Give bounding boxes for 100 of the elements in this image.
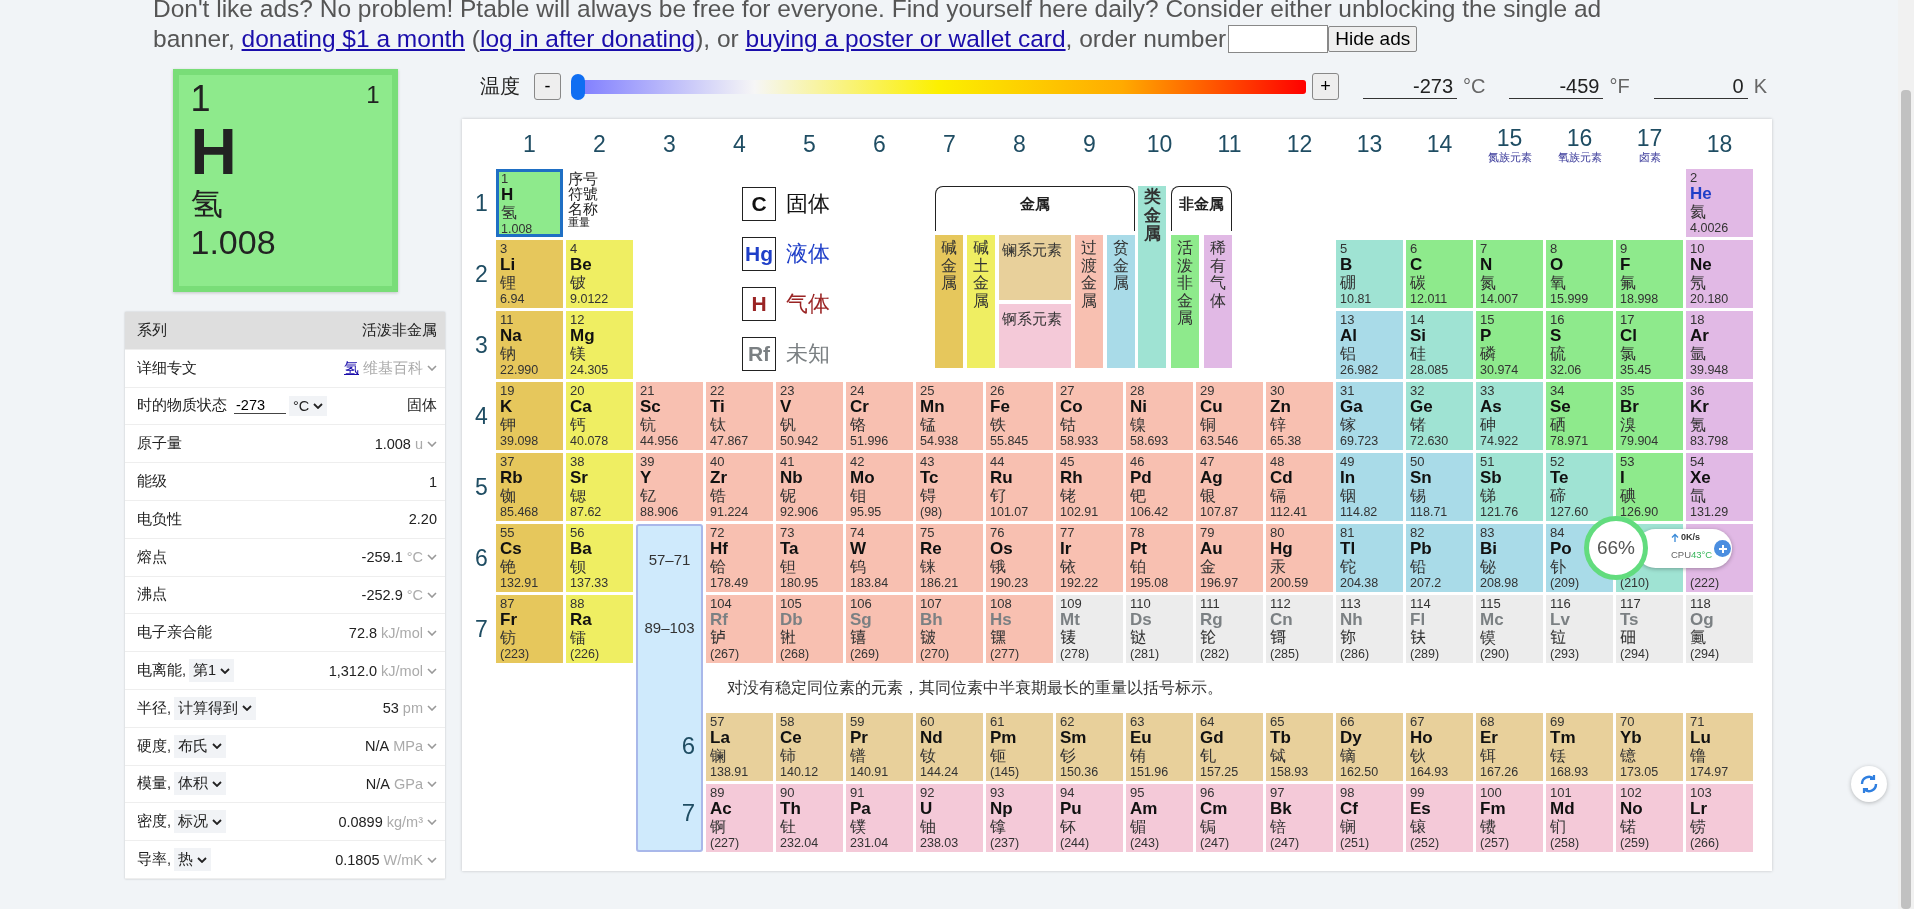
atomic-weight: 150.36 xyxy=(1060,765,1099,779)
element-name: 镭 xyxy=(570,629,586,647)
atomic-number: 69 xyxy=(1550,715,1565,729)
atomic-weight: 6.94 xyxy=(500,292,525,306)
element-name: 铜 xyxy=(1200,416,1216,434)
legend-key-label: 序号 xyxy=(568,171,598,186)
element-name: 铽 xyxy=(1270,747,1286,765)
atomic-weight: 35.45 xyxy=(1620,363,1652,377)
element-name: 碳 xyxy=(1410,274,1426,292)
atomic-weight: 192.22 xyxy=(1060,576,1099,590)
property-label: 原子量 xyxy=(137,434,182,454)
element-name: 𬭊 xyxy=(780,629,796,647)
element-symbol: W xyxy=(850,540,867,558)
element-symbol: Xe xyxy=(1690,469,1711,487)
atomic-weight: (251) xyxy=(1340,836,1370,850)
atomic-weight: 162.50 xyxy=(1340,765,1379,779)
element-name: 锎 xyxy=(1340,818,1356,836)
atomic-weight: 79.904 xyxy=(1620,434,1659,448)
element-name: 镧 xyxy=(710,747,726,765)
atomic-number: 42 xyxy=(850,455,865,469)
element-name: 钙 xyxy=(570,416,586,434)
element-symbol: Bi xyxy=(1480,540,1497,558)
element-symbol: O xyxy=(1550,256,1564,274)
cpu-label: CPU xyxy=(1671,549,1692,560)
atomic-number: 8 xyxy=(1550,242,1558,256)
atomic-weight: 14.007 xyxy=(1480,292,1519,306)
element-name: 氩 xyxy=(1690,345,1706,363)
atomic-weight: 196.97 xyxy=(1200,576,1239,590)
element-symbol: Tl xyxy=(1340,540,1356,558)
atomic-weight: (278) xyxy=(1060,647,1090,661)
atomic-number: 73 xyxy=(780,526,795,540)
element-name: 磷 xyxy=(1480,345,1496,363)
element-symbol: Pd xyxy=(1130,469,1152,487)
atomic-weight: 132.91 xyxy=(500,576,539,590)
element-symbol: Ir xyxy=(1060,540,1072,558)
property-label: 硬度, xyxy=(137,736,172,756)
element-name: 锝 xyxy=(920,487,936,505)
element-symbol: V xyxy=(780,398,792,416)
atomic-weight: 101.07 xyxy=(990,505,1029,519)
unit-label: °C xyxy=(1463,75,1486,98)
atomic-number: 54 xyxy=(1690,455,1705,469)
atomic-number: 32 xyxy=(1410,384,1425,398)
element-name: 钷 xyxy=(990,747,1006,765)
atomic-number: 91 xyxy=(850,786,865,800)
element-symbol: Gd xyxy=(1200,729,1224,747)
element-name: 钒 xyxy=(780,416,796,434)
element-symbol: Sn xyxy=(1410,469,1432,487)
element-name: 铌 xyxy=(780,487,796,505)
element-name: 𬭛 xyxy=(920,629,936,647)
atomic-number: 92 xyxy=(920,786,935,800)
element-symbol: Yb xyxy=(1620,729,1642,747)
atomic-number: 76 xyxy=(990,526,1005,540)
atomic-number: 52 xyxy=(1550,455,1565,469)
element-symbol: Pm xyxy=(990,729,1017,747)
element-symbol: Es xyxy=(1410,800,1431,818)
atomic-weight: 65.38 xyxy=(1270,434,1302,448)
element-symbol: Hf xyxy=(710,540,728,558)
element-symbol: He xyxy=(1690,185,1712,203)
state-legend-box: Rf xyxy=(742,337,776,371)
element-symbol: Cn xyxy=(1270,611,1293,629)
group-number: 18 xyxy=(1706,131,1733,157)
element-name: 钫 xyxy=(500,629,516,647)
atomic-number: 110 xyxy=(1130,597,1151,611)
atomic-weight: 91.224 xyxy=(710,505,749,519)
element-name: 锇 xyxy=(990,558,1006,576)
element-symbol: Cs xyxy=(500,540,522,558)
atomic-weight: 231.04 xyxy=(850,836,889,850)
atomic-number: 103 xyxy=(1690,786,1712,800)
atomic-weight: (145) xyxy=(990,765,1020,779)
atomic-number: 99 xyxy=(1410,786,1425,800)
atomic-weight: 95.95 xyxy=(850,505,882,519)
element-symbol: Ti xyxy=(710,398,725,416)
element-symbol: Nh xyxy=(1340,611,1363,629)
element-name: 铝 xyxy=(1340,345,1356,363)
element-name: 氦 xyxy=(1690,203,1706,221)
atomic-number: 56 xyxy=(570,526,585,540)
element-name: 碲 xyxy=(1550,487,1566,505)
state-legend-label: 液体 xyxy=(786,240,830,268)
element-name: 氯 xyxy=(1620,345,1636,363)
element-name: 铈 xyxy=(780,747,796,765)
element-symbol: Fr xyxy=(500,611,517,629)
element-name: 氮 xyxy=(1480,274,1496,292)
period-number: 6 xyxy=(475,544,488,572)
element-symbol: Pa xyxy=(850,800,871,818)
atomic-number: 89 xyxy=(710,786,725,800)
atomic-weight: 50.942 xyxy=(780,434,819,448)
element-name: 鿫 xyxy=(1690,629,1706,647)
element-symbol: Te xyxy=(1550,469,1569,487)
element-symbol: Pr xyxy=(850,729,868,747)
property-label: 详细专文 xyxy=(137,358,197,378)
property-label: 电子亲合能 xyxy=(137,623,212,643)
element-name: 氙 xyxy=(1690,487,1706,505)
atomic-weight: 232.04 xyxy=(780,836,819,850)
element-symbol: Ba xyxy=(570,540,592,558)
element-symbol: Re xyxy=(920,540,942,558)
atomic-weight: 168.93 xyxy=(1550,765,1589,779)
unit-label: kJ/mol xyxy=(381,624,423,641)
element-symbol: Ta xyxy=(780,540,799,558)
atomic-number: 81 xyxy=(1340,526,1355,540)
unit-label: kg/m³ xyxy=(386,813,423,830)
